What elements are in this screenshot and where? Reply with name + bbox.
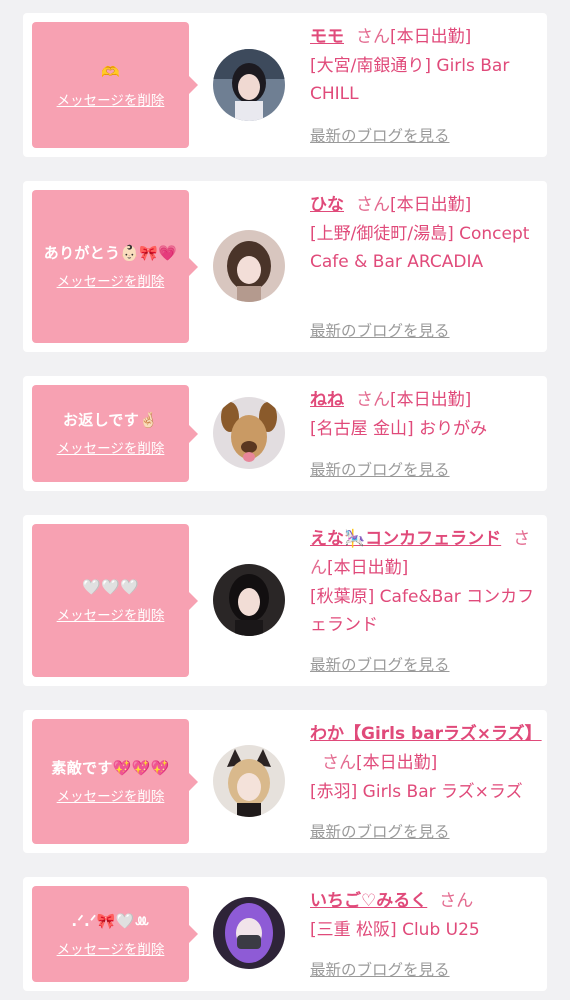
shop-info: [秋葉原] Cafe&Bar コンカフェランド xyxy=(310,587,535,635)
delete-message-link[interactable]: メッセージを削除 xyxy=(57,938,165,958)
dog-filter-avatar-icon xyxy=(213,397,285,469)
delete-message-link[interactable]: メッセージを削除 xyxy=(57,785,165,805)
cast-name-link[interactable]: えな🎠コンカフェランド xyxy=(310,529,501,549)
honorific: さん xyxy=(439,891,474,911)
message-card: お返しです🤞🏻 メッセージを削除 ねね さん[本日出勤] [名古屋 金山] おりが… xyxy=(23,376,547,491)
avatar[interactable] xyxy=(213,49,285,121)
honorific: さん xyxy=(356,390,390,410)
message-text: 🤍🤍🤍 xyxy=(82,578,139,596)
message-bubble: ありがとう👶🏻🎀💗 メッセージを削除 xyxy=(32,190,198,343)
cast-info: わか【Girls barラズ×ラズ】さん[本日出勤] [赤羽] Girls Ba… xyxy=(310,720,542,806)
message-card: 🤍🤍🤍 メッセージを削除 えな🎠コンカフェランド さん[本日出勤] [秋葉原] C… xyxy=(23,515,547,686)
cast-name-link[interactable]: いちご♡みるく xyxy=(310,891,427,911)
delete-message-link[interactable]: メッセージを削除 xyxy=(57,437,165,457)
cast-info: モモ さん[本日出勤] [大宮/南銀通り] Girls Bar CHILL xyxy=(310,23,536,108)
message-bubble: 素敵です💖💖💖 メッセージを削除 xyxy=(32,719,198,844)
shop-info: [上野/御徒町/湯島] Concept Cafe & Bar ARCADIA xyxy=(310,224,530,272)
message-bubble: お返しです🤞🏻 メッセージを削除 xyxy=(32,385,198,482)
cast-info: いちご♡みるく さん [三重 松阪] Club U25 xyxy=(310,887,536,944)
blog-link[interactable]: 最新のブログを見る xyxy=(310,319,450,341)
shop-info: [大宮/南銀通り] Girls Bar CHILL xyxy=(310,56,510,104)
message-bubble: 🫶 メッセージを削除 xyxy=(32,22,198,148)
at-work-badge: [本日出勤] xyxy=(390,390,472,410)
message-text: .ᐟ.ᐟ🎀🤍ꔛ xyxy=(71,911,150,930)
delete-message-link[interactable]: メッセージを削除 xyxy=(57,604,165,624)
avatar[interactable] xyxy=(213,230,285,302)
cast-name-link[interactable]: わか【Girls barラズ×ラズ】 xyxy=(310,724,542,744)
purple-hair-avatar-icon xyxy=(213,897,285,969)
honorific: さん xyxy=(356,195,390,215)
blog-link[interactable]: 最新のブログを見る xyxy=(310,820,450,842)
cast-name-link[interactable]: ねね xyxy=(310,390,344,410)
honorific: さん xyxy=(356,27,390,47)
message-card: ありがとう👶🏻🎀💗 メッセージを削除 ひな さん[本日出勤] [上野/御徒町/湯島… xyxy=(23,181,547,352)
message-list: 🫶 メッセージを削除 モモ さん[本日出勤] [大宮/南銀通り] Girls Ba… xyxy=(0,0,570,1000)
message-bubble: 🤍🤍🤍 メッセージを削除 xyxy=(32,524,198,677)
at-work-badge: [本日出勤] xyxy=(390,27,472,47)
honorific: さん xyxy=(322,753,356,773)
message-card: 素敵です💖💖💖 メッセージを削除 わか【Girls barラズ×ラズ】さん[本日… xyxy=(23,710,547,853)
message-bubble: .ᐟ.ᐟ🎀🤍ꔛ メッセージを削除 xyxy=(32,886,198,982)
message-text: 🫶 xyxy=(101,62,120,81)
girl-avatar-icon xyxy=(213,230,285,302)
message-text: お返しです🤞🏻 xyxy=(62,411,159,429)
cast-info: ひな さん[本日出勤] [上野/御徒町/湯島] Concept Cafe & Ba… xyxy=(310,191,536,276)
cat-ears-avatar-icon xyxy=(213,745,285,817)
blog-link[interactable]: 最新のブログを見る xyxy=(310,653,450,675)
avatar[interactable] xyxy=(213,397,285,469)
shop-info: [三重 松阪] Club U25 xyxy=(310,920,480,940)
at-work-badge: [本日出勤] xyxy=(390,195,472,215)
message-text: 素敵です💖💖💖 xyxy=(51,759,170,777)
shop-info: [名古屋 金山] おりがみ xyxy=(310,419,488,439)
message-card: 🫶 メッセージを削除 モモ さん[本日出勤] [大宮/南銀通り] Girls Ba… xyxy=(23,13,547,157)
shop-info: [赤羽] Girls Bar ラズ×ラズ xyxy=(310,782,523,802)
blog-link[interactable]: 最新のブログを見る xyxy=(310,124,450,146)
avatar[interactable] xyxy=(213,564,285,636)
delete-message-link[interactable]: メッセージを削除 xyxy=(57,270,165,290)
cast-info: ねね さん[本日出勤] [名古屋 金山] おりがみ xyxy=(310,386,536,443)
cast-name-link[interactable]: モモ xyxy=(310,27,344,47)
message-text: ありがとう👶🏻🎀💗 xyxy=(43,244,178,262)
cast-info: えな🎠コンカフェランド さん[本日出勤] [秋葉原] Cafe&Bar コンカフェ… xyxy=(310,525,536,639)
message-card: .ᐟ.ᐟ🎀🤍ꔛ メッセージを削除 いちご♡みるく さん [三重 松阪] Club … xyxy=(23,877,547,991)
blog-link[interactable]: 最新のブログを見る xyxy=(310,958,450,980)
at-work-badge: [本日出勤] xyxy=(327,558,409,578)
blog-link[interactable]: 最新のブログを見る xyxy=(310,458,450,480)
avatar[interactable] xyxy=(213,745,285,817)
at-work-badge: [本日出勤] xyxy=(356,753,438,773)
avatar[interactable] xyxy=(213,897,285,969)
delete-message-link[interactable]: メッセージを削除 xyxy=(57,89,165,109)
girl-avatar-icon xyxy=(213,564,285,636)
cast-name-link[interactable]: ひな xyxy=(310,195,344,215)
girl-avatar-icon xyxy=(213,49,285,121)
